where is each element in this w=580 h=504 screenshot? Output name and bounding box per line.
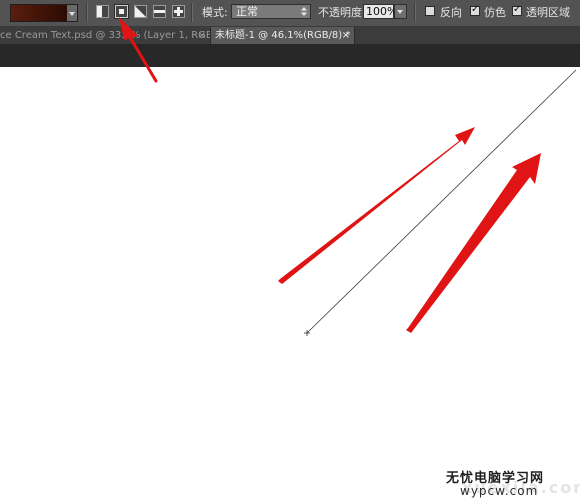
diamond-gradient-button[interactable] bbox=[172, 5, 185, 18]
angle-gradient-icon bbox=[135, 6, 146, 17]
watermark-site-url: wypcw.com bbox=[460, 484, 539, 498]
mode-label: 模式: bbox=[202, 6, 228, 19]
dither-label: 仿色 bbox=[484, 6, 506, 19]
linear-gradient-button[interactable] bbox=[96, 5, 109, 18]
updown-arrows-icon bbox=[301, 7, 307, 16]
reverse-checkbox[interactable] bbox=[425, 6, 435, 16]
canvas-top-area bbox=[0, 45, 580, 67]
reverse-label: 反向 bbox=[440, 6, 462, 19]
linear-gradient-icon bbox=[97, 6, 108, 17]
close-icon[interactable]: × bbox=[198, 27, 206, 44]
reflected-gradient-button[interactable] bbox=[153, 5, 166, 18]
tab-label: 未标题-1 @ 46.1%(RGB/8) * bbox=[215, 30, 351, 41]
opacity-slider-button[interactable] bbox=[394, 4, 407, 19]
mode-value: 正常 bbox=[236, 5, 258, 18]
gradient-picker-dropdown[interactable] bbox=[67, 4, 78, 22]
opacity-label: 不透明度: bbox=[318, 6, 366, 19]
reflected-gradient-icon bbox=[154, 6, 165, 17]
tab-untitled-1[interactable]: 未标题-1 @ 46.1%(RGB/8) * × bbox=[210, 27, 355, 44]
document-canvas[interactable] bbox=[0, 67, 580, 504]
dither-checkbox[interactable] bbox=[470, 4, 480, 16]
document-tab-bar: ce Cream Text.psd @ 33.3% (Layer 1, RGB/… bbox=[0, 27, 580, 45]
transparency-label: 透明区域 bbox=[526, 6, 570, 19]
separator bbox=[86, 3, 88, 22]
opacity-input[interactable]: 100% bbox=[363, 4, 397, 19]
close-icon[interactable]: × bbox=[342, 27, 350, 44]
separator bbox=[414, 3, 416, 22]
tab-ice-cream-text[interactable]: ce Cream Text.psd @ 33.3% (Layer 1, RGB/… bbox=[0, 27, 210, 44]
diamond-gradient-icon bbox=[173, 6, 184, 17]
tab-label: ce Cream Text.psd @ 33.3% (Layer 1, RGB/… bbox=[0, 30, 210, 41]
radial-gradient-button[interactable] bbox=[115, 5, 128, 18]
angle-gradient-button[interactable] bbox=[134, 5, 147, 18]
radial-gradient-icon bbox=[116, 6, 127, 17]
separator bbox=[191, 3, 193, 22]
mode-select[interactable]: 正常 bbox=[231, 4, 311, 19]
options-bar: 模式: 正常 不透明度: 100% 反向 仿色 透明区域 bbox=[0, 0, 580, 27]
transparency-checkbox[interactable] bbox=[512, 4, 522, 16]
gradient-preview[interactable] bbox=[10, 4, 70, 22]
